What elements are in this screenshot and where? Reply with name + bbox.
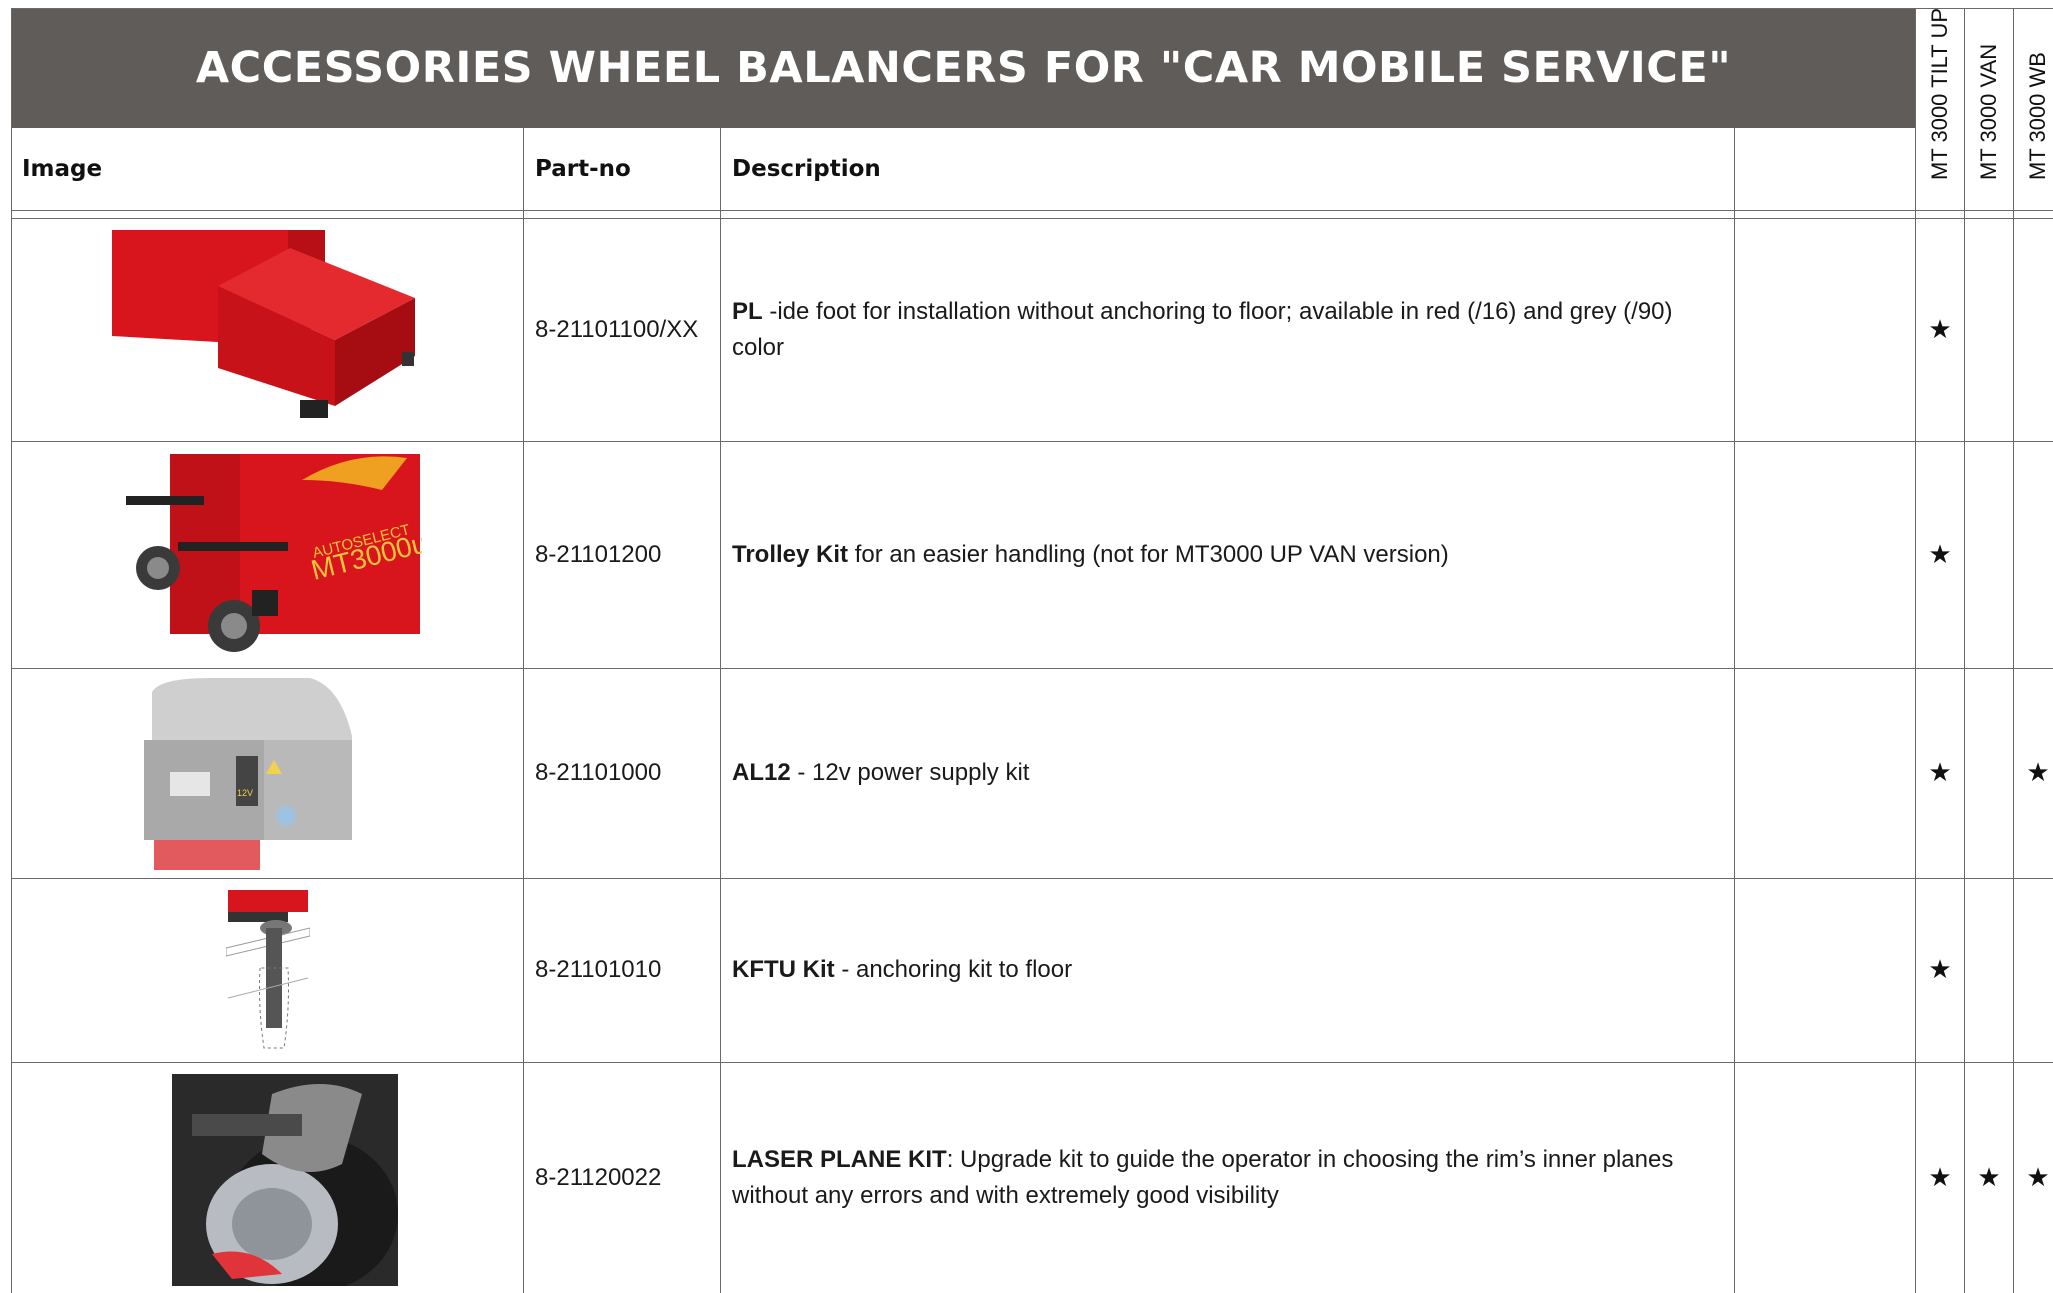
compat-mark <box>1965 878 2013 1062</box>
laser-plane-kit-image <box>172 1074 398 1286</box>
column-header-label: MT 3000 WB <box>2025 52 2050 180</box>
title-bar: ACCESSORIES WHEEL BALANCERS FOR "CAR MOB… <box>12 8 1915 128</box>
compat-mark: ★ <box>1928 758 1952 788</box>
column-header-label: MT 3000 VAN <box>1976 43 2001 180</box>
product-name: Trolley Kit <box>732 540 849 568</box>
compat-mark <box>2014 441 2053 668</box>
description: PL -ide foot for installation without an… <box>732 218 1727 441</box>
product-text: - 12v power supply kit <box>790 759 1030 786</box>
power-supply-kit-image: 12V <box>140 676 360 872</box>
column-header-mt3000-wb: MT 3000 WB <box>2014 8 2053 206</box>
product-text: - anchoring kit to floor <box>834 956 1073 983</box>
grid-line <box>720 128 721 1293</box>
compat-mark: ★ <box>1928 955 1952 985</box>
compat-mark <box>1965 668 2013 878</box>
compat-mark: ★ <box>1928 314 1952 345</box>
column-header-description: Description <box>732 156 881 182</box>
grid-line <box>11 8 12 1293</box>
description: LASER PLANE KIT: Upgrade kit to guide th… <box>732 1062 1727 1293</box>
accessories-table: ACCESSORIES WHEEL BALANCERS FOR "CAR MOB… <box>0 0 2053 1293</box>
compat-mark <box>1965 218 2013 441</box>
product-name: LASER PLANE KIT <box>732 1145 947 1173</box>
product-name: AL12 <box>732 759 791 786</box>
compat-mark: ★ <box>2026 1162 2050 1193</box>
product-name: KFTU Kit <box>732 956 835 983</box>
column-header-image: Image <box>22 156 103 182</box>
part-number: 8-21120022 <box>535 1163 662 1191</box>
product-text: -ide foot for installation without ancho… <box>732 297 1673 361</box>
description: AL12 - 12v power supply kit <box>732 668 1727 878</box>
product-name: PL <box>732 297 763 325</box>
grid-line <box>523 128 524 1293</box>
column-header-part-no: Part-no <box>535 156 631 182</box>
part-number: 8-21101000 <box>535 759 662 786</box>
compat-mark: ★ <box>2026 758 2050 788</box>
product-text: for an easier handling (not for MT3000 U… <box>848 540 1449 568</box>
compat-mark: ★ <box>1977 1162 2001 1193</box>
grid-line <box>11 210 2053 211</box>
image-label: 12V <box>237 788 253 798</box>
compat-mark: ★ <box>1928 1162 1952 1193</box>
part-number: 8-21101010 <box>535 956 662 983</box>
trolley-kit-image: AUTOSELECT MT3000up <box>122 450 422 660</box>
part-number: 8-21101200 <box>535 540 662 568</box>
red-slide-foot-image <box>110 228 420 430</box>
description: Trolley Kit for an easier handling (not … <box>732 441 1727 668</box>
page-title: ACCESSORIES WHEEL BALANCERS FOR "CAR MOB… <box>195 43 1732 93</box>
anchoring-kit-image <box>226 888 310 1054</box>
part-number: 8-21101100/XX <box>535 315 699 343</box>
compat-mark <box>2014 218 2053 441</box>
column-header-mt3000-tilt-up: MT 3000 TILT UP <box>1916 8 1964 206</box>
compat-mark: ★ <box>1928 539 1952 570</box>
description: KFTU Kit - anchoring kit to floor <box>732 878 1727 1062</box>
compat-mark <box>2014 878 2053 1062</box>
grid-line <box>1734 128 1735 1293</box>
compat-mark <box>1965 441 2013 668</box>
column-header-mt3000-van: MT 3000 VAN <box>1965 8 2013 206</box>
grid-line <box>11 8 2053 9</box>
column-header-label: MT 3000 TILT UP <box>1927 7 1952 180</box>
